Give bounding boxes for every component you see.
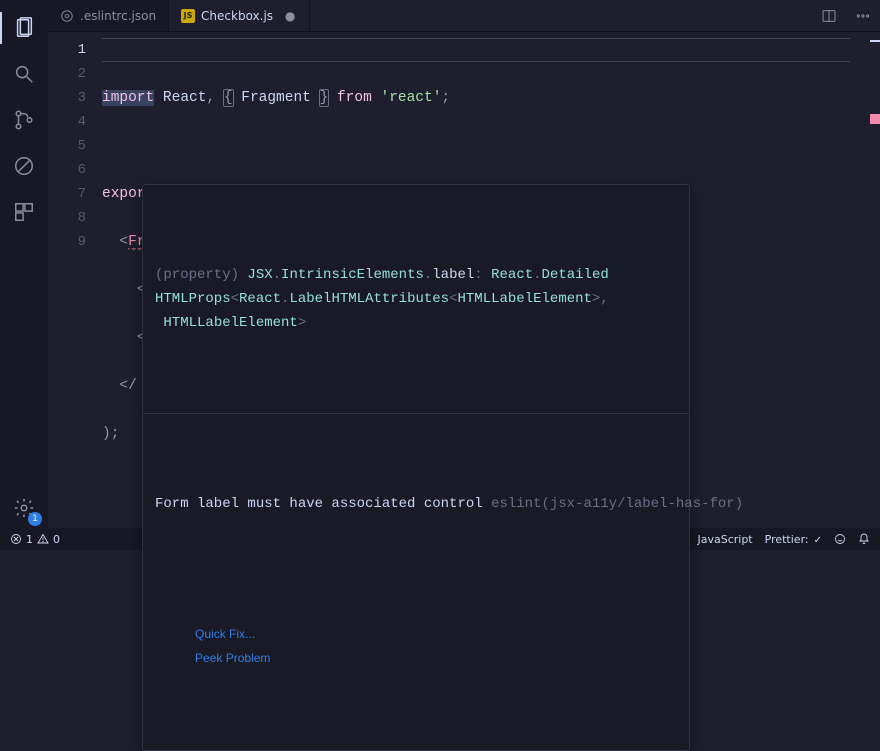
- overview-cursor-marker: [870, 40, 880, 42]
- warning-icon: [37, 533, 49, 545]
- tab-label: .eslintrc.json: [80, 9, 156, 23]
- quick-fix-link[interactable]: Quick Fix...: [195, 627, 255, 641]
- js-file-icon: JS: [181, 9, 195, 23]
- code-editor[interactable]: 1 2 3 4 5 6 7 8 9 import React, { Fragme…: [48, 32, 880, 528]
- current-line-highlight: [102, 38, 850, 62]
- hover-message: Form label must have associated control …: [143, 462, 689, 546]
- extensions-icon[interactable]: [0, 192, 48, 232]
- settings-badge: 1: [28, 512, 42, 526]
- code-area[interactable]: import React, { Fragment } from 'react';…: [102, 32, 850, 528]
- tab-dirty-icon[interactable]: ●: [283, 9, 297, 23]
- split-editor-icon[interactable]: [812, 0, 846, 31]
- source-control-icon[interactable]: [0, 100, 48, 140]
- gear-icon: [60, 9, 74, 23]
- error-icon: [10, 533, 22, 545]
- minimap[interactable]: [850, 32, 868, 528]
- search-icon[interactable]: [0, 54, 48, 94]
- editor-tabs: .eslintrc.json JS Checkbox.js ●: [48, 0, 880, 32]
- settings-gear-icon[interactable]: 1: [0, 488, 48, 528]
- overview-ruler[interactable]: [868, 32, 880, 528]
- code-line: import React, { Fragment } from 'react';: [102, 86, 850, 110]
- tab-label: Checkbox.js: [201, 9, 273, 23]
- line-gutter: 1 2 3 4 5 6 7 8 9: [48, 32, 102, 528]
- status-problems[interactable]: 1 0: [4, 528, 66, 550]
- activity-bar: 1: [0, 0, 48, 528]
- debug-disabled-icon[interactable]: [0, 146, 48, 186]
- hover-tooltip: (property) JSX.IntrinsicElements.label: …: [142, 184, 690, 751]
- more-actions-icon[interactable]: [846, 0, 880, 31]
- tab-checkbox-js[interactable]: JS Checkbox.js ●: [169, 0, 310, 31]
- overview-error-marker: [870, 114, 880, 124]
- status-notifications-icon[interactable]: [852, 528, 876, 550]
- tab-eslintrc[interactable]: .eslintrc.json: [48, 0, 169, 31]
- hover-signature: (property) JSX.IntrinsicElements.label: …: [143, 233, 689, 365]
- code-line: [102, 134, 850, 158]
- peek-problem-link[interactable]: Peek Problem: [195, 651, 270, 665]
- explorer-icon[interactable]: [0, 8, 48, 48]
